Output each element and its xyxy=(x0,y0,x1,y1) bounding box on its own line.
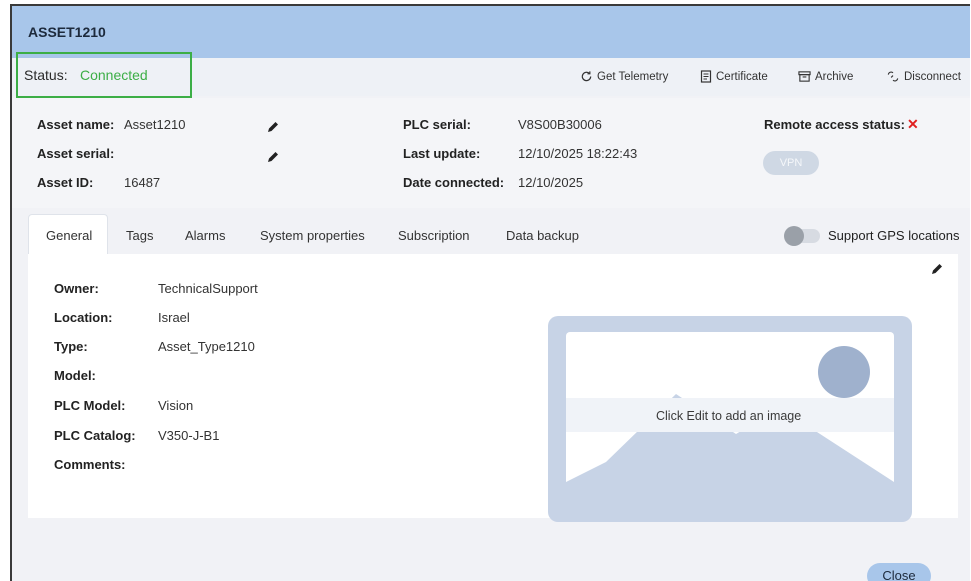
vpn-button[interactable]: VPN xyxy=(763,151,819,175)
certificate-icon xyxy=(700,70,712,83)
owner-value: TechnicalSupport xyxy=(158,281,258,296)
tab-general[interactable]: General xyxy=(46,228,92,243)
plc-model-label: PLC Model: xyxy=(54,398,126,413)
archive-button[interactable]: Archive xyxy=(798,70,853,83)
remote-access-label: Remote access status: xyxy=(764,117,905,132)
sun-icon xyxy=(818,346,870,398)
tab-data-backup[interactable]: Data backup xyxy=(506,228,579,243)
tab-tags[interactable]: Tags xyxy=(126,228,153,243)
type-value: Asset_Type1210 xyxy=(158,339,255,354)
last-update-value: 12/10/2025 18:22:43 xyxy=(518,146,638,161)
asset-id-value: 16487 xyxy=(124,175,161,190)
date-connected-label: Date connected: xyxy=(403,175,505,190)
edit-asset-name-icon[interactable] xyxy=(266,120,280,134)
gps-label: Support GPS locations xyxy=(828,228,960,243)
model-label: Model: xyxy=(54,368,96,383)
dialog-title: ASSET1210 xyxy=(28,24,106,40)
asset-name-value: Asset1210 xyxy=(124,117,186,132)
archive-icon xyxy=(798,71,811,82)
type-label: Type: xyxy=(54,339,88,354)
asset-name-label: Asset name: xyxy=(37,117,115,132)
gps-toggle-knob[interactable] xyxy=(784,226,804,246)
asset-id-label: Asset ID: xyxy=(37,175,94,190)
certificate-button[interactable]: Certificate xyxy=(700,70,768,84)
get-telemetry-button[interactable]: Get Telemetry xyxy=(580,70,668,83)
tab-subscription[interactable]: Subscription xyxy=(398,228,470,243)
get-telemetry-label: Get Telemetry xyxy=(597,70,669,83)
status-value: Connected xyxy=(80,67,148,83)
plc-catalog-value: V350-J-B1 xyxy=(158,428,220,443)
owner-label: Owner: xyxy=(54,281,99,296)
disconnect-button[interactable]: Disconnect xyxy=(886,70,961,83)
last-update-label: Last update: xyxy=(403,146,481,161)
plc-serial-value: V8S00B30006 xyxy=(518,117,602,132)
plc-serial-label: PLC serial: xyxy=(403,117,471,132)
location-label: Location: xyxy=(54,310,113,325)
location-value: Israel xyxy=(158,310,190,325)
plc-catalog-label: PLC Catalog: xyxy=(54,428,136,443)
asset-serial-label: Asset serial: xyxy=(37,146,115,161)
disconnect-icon xyxy=(887,71,899,82)
comments-label: Comments: xyxy=(54,457,126,472)
asset-info-area xyxy=(12,98,970,208)
tab-system-properties[interactable]: System properties xyxy=(260,228,365,243)
certificate-label: Certificate xyxy=(716,71,768,83)
close-x-icon: ✕ xyxy=(907,116,919,132)
tab-alarms[interactable]: Alarms xyxy=(185,228,225,243)
status-label: Status: xyxy=(24,67,68,83)
date-connected-value: 12/10/2025 xyxy=(518,175,584,190)
refresh-icon xyxy=(581,71,592,82)
archive-label: Archive xyxy=(815,70,854,83)
image-placeholder-caption: Click Edit to add an image xyxy=(656,409,802,423)
edit-general-icon[interactable] xyxy=(930,262,944,276)
close-button[interactable]: Close xyxy=(867,563,931,581)
plc-model-value: Vision xyxy=(158,398,194,413)
edit-asset-serial-icon[interactable] xyxy=(266,150,280,164)
disconnect-label: Disconnect xyxy=(904,70,961,83)
